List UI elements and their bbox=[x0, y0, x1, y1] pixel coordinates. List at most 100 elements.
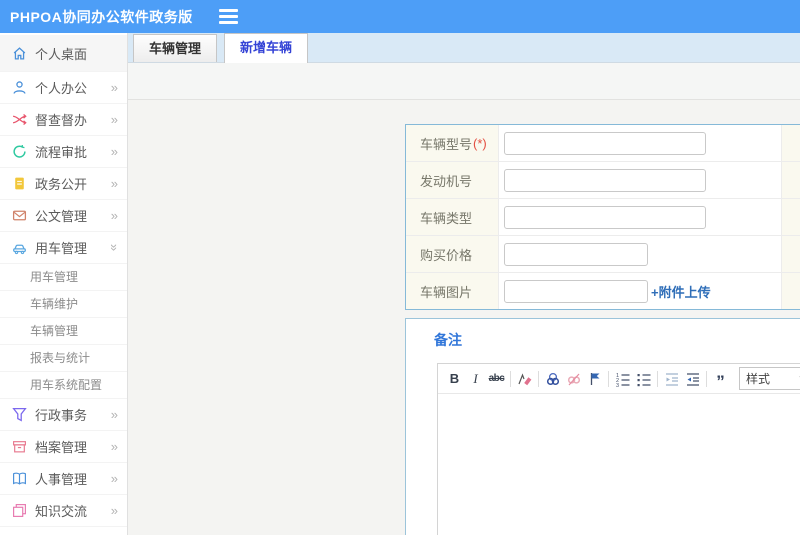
blockquote-icon[interactable]: ” bbox=[710, 365, 731, 393]
book-icon bbox=[12, 471, 27, 486]
home-icon bbox=[12, 46, 27, 61]
form-row-vehicle-image: 车辆图片 +附件上传 bbox=[406, 272, 800, 309]
sidebar-item-label: 用车管理 bbox=[35, 241, 88, 256]
sidebar-item-label: 知识交流 bbox=[35, 504, 88, 519]
field-label: 购买价格 bbox=[406, 236, 499, 272]
sidebar-item-label: 政务公开 bbox=[35, 177, 88, 192]
archive-icon bbox=[12, 439, 27, 454]
spacer-cell bbox=[781, 273, 800, 309]
chevron-right-icon: » bbox=[110, 503, 118, 518]
unlink-icon[interactable] bbox=[563, 368, 584, 390]
editor-toolbar: B I abc 1 2 3 ” 样式 bbox=[438, 364, 800, 394]
sidebar-item-label: 档案管理 bbox=[35, 440, 88, 455]
numbered-list-icon[interactable]: 123 bbox=[612, 368, 633, 390]
notes-panel: 备注 B I abc 1 2 3 ” 样式 bbox=[405, 318, 800, 535]
engine-number-input[interactable] bbox=[504, 168, 706, 192]
spacer-cell bbox=[781, 199, 800, 235]
mail-icon bbox=[12, 208, 27, 223]
field-label: 车辆型号 (*) bbox=[406, 125, 499, 161]
spacer-cell bbox=[781, 125, 800, 161]
chevron-right-icon: » bbox=[110, 471, 118, 486]
sidebar-item-hr-management[interactable]: 人事管理 » bbox=[0, 463, 127, 495]
field-label: 车辆类型 bbox=[406, 199, 499, 235]
italic-icon[interactable]: I bbox=[465, 368, 486, 390]
sidebar-item-supervision[interactable]: 督查督办 » bbox=[0, 104, 127, 136]
bullet-list-icon[interactable] bbox=[633, 368, 654, 390]
chevron-right-icon: » bbox=[110, 439, 118, 454]
sidebar-item-vehicle-management[interactable]: 用车管理 » bbox=[0, 232, 127, 264]
chevron-right-icon: » bbox=[110, 176, 118, 191]
sidebar-item-label: 人事管理 bbox=[35, 472, 88, 487]
sidebar-item-administrative-affairs[interactable]: 行政事务 » bbox=[0, 399, 127, 431]
vehicle-type-input[interactable] bbox=[504, 205, 706, 229]
style-select[interactable]: 样式▾ bbox=[739, 367, 800, 390]
sidebar-item-personal-office[interactable]: 个人办公 » bbox=[0, 72, 127, 104]
indent-icon[interactable] bbox=[682, 368, 703, 390]
outdent-icon[interactable] bbox=[661, 368, 682, 390]
funnel-icon bbox=[12, 407, 27, 422]
toolbar-separator bbox=[657, 370, 658, 387]
notes-title: 备注 bbox=[434, 332, 462, 348]
form-row-vehicle-model: 车辆型号 (*) bbox=[406, 125, 800, 161]
car-icon bbox=[12, 240, 27, 255]
sidebar-subitem-vehicle-system-config[interactable]: 用车系统配置 bbox=[0, 372, 127, 399]
chevron-right-icon: » bbox=[110, 407, 118, 422]
svg-text:3: 3 bbox=[616, 383, 619, 387]
chevron-right-icon: » bbox=[110, 208, 118, 223]
spacer-cell bbox=[781, 162, 800, 198]
sidebar-subitem-vehicle-maintenance[interactable]: 车辆维护 bbox=[0, 291, 127, 318]
toolbar-separator bbox=[608, 370, 609, 387]
form-row-engine-number: 发动机号 bbox=[406, 161, 800, 198]
sidebar-item-personal-desktop[interactable]: 个人桌面 bbox=[0, 35, 127, 72]
tab-new-vehicle[interactable]: 新增车辆 bbox=[224, 33, 309, 63]
remove-format-icon[interactable] bbox=[514, 368, 535, 390]
attachment-upload-link[interactable]: +附件上传 bbox=[651, 282, 711, 301]
rich-text-editor: B I abc 1 2 3 ” 样式 bbox=[437, 363, 800, 535]
new-vehicle-form: 车辆型号 (*) 发动机号 车辆类型 购买价格 车辆图片 +附件上传 bbox=[405, 124, 800, 310]
refresh-icon bbox=[12, 144, 27, 159]
sidebar-subitem-vehicle-use[interactable]: 用车管理 bbox=[0, 264, 127, 291]
vehicle-model-input[interactable] bbox=[504, 131, 706, 155]
sidebar-item-gov-disclosure[interactable]: 政务公开 » bbox=[0, 168, 127, 200]
document-icon bbox=[12, 176, 27, 191]
vehicle-image-input[interactable] bbox=[504, 279, 648, 303]
app-title: PHPOA协同办公软件政务版 bbox=[10, 8, 193, 25]
top-bar: PHPOA协同办公软件政务版 bbox=[0, 0, 800, 33]
sidebar-item-label: 个人桌面 bbox=[35, 46, 88, 62]
shuffle-icon bbox=[12, 112, 27, 127]
chevron-right-icon: » bbox=[110, 144, 118, 159]
hamburger-menu-icon[interactable] bbox=[218, 9, 238, 24]
toolbar-separator bbox=[538, 370, 539, 387]
purchase-price-input[interactable] bbox=[504, 242, 648, 266]
tab-bar: 车辆管理 新增车辆 bbox=[128, 33, 800, 63]
sidebar-item-workflow-approval[interactable]: 流程审批 » bbox=[0, 136, 127, 168]
form-row-purchase-price: 购买价格 bbox=[406, 235, 800, 272]
sidebar: 个人桌面 个人办公 » 督查督办 » 流程审批 » 政务公开 » 公文管理 » … bbox=[0, 33, 128, 535]
sidebar-subitem-vehicle-admin[interactable]: 车辆管理 bbox=[0, 318, 127, 345]
layers-icon bbox=[12, 503, 27, 518]
content-header-band bbox=[128, 63, 800, 100]
sidebar-item-archives[interactable]: 档案管理 » bbox=[0, 431, 127, 463]
strikethrough-icon[interactable]: abc bbox=[486, 368, 507, 390]
sidebar-item-knowledge-exchange[interactable]: 知识交流 » bbox=[0, 495, 127, 527]
toolbar-separator bbox=[706, 370, 707, 387]
required-mark: (*) bbox=[473, 135, 487, 151]
field-label: 车辆图片 bbox=[406, 273, 499, 309]
link-icon[interactable] bbox=[542, 368, 563, 390]
chevron-down-icon: » bbox=[106, 243, 122, 252]
notes-editor-body[interactable] bbox=[438, 394, 800, 535]
tab-vehicle-management[interactable]: 车辆管理 bbox=[133, 34, 218, 62]
sidebar-item-label: 个人办公 bbox=[35, 81, 88, 96]
toolbar-separator bbox=[510, 370, 511, 387]
sidebar-subitem-reports-statistics[interactable]: 报表与统计 bbox=[0, 345, 127, 372]
sidebar-item-label: 公文管理 bbox=[35, 209, 88, 224]
chevron-right-icon: » bbox=[110, 112, 118, 127]
sidebar-item-label: 行政事务 bbox=[35, 408, 88, 423]
bold-icon[interactable]: B bbox=[444, 368, 465, 390]
spacer-cell bbox=[781, 236, 800, 272]
field-label: 发动机号 bbox=[406, 162, 499, 198]
chevron-right-icon: » bbox=[110, 80, 118, 95]
anchor-flag-icon[interactable] bbox=[584, 368, 605, 390]
content-area: 车辆管理 新增车辆 车辆型号 (*) 发动机号 车辆类型 购买价格 车辆图片 +… bbox=[128, 33, 800, 535]
sidebar-item-official-docs[interactable]: 公文管理 » bbox=[0, 200, 127, 232]
